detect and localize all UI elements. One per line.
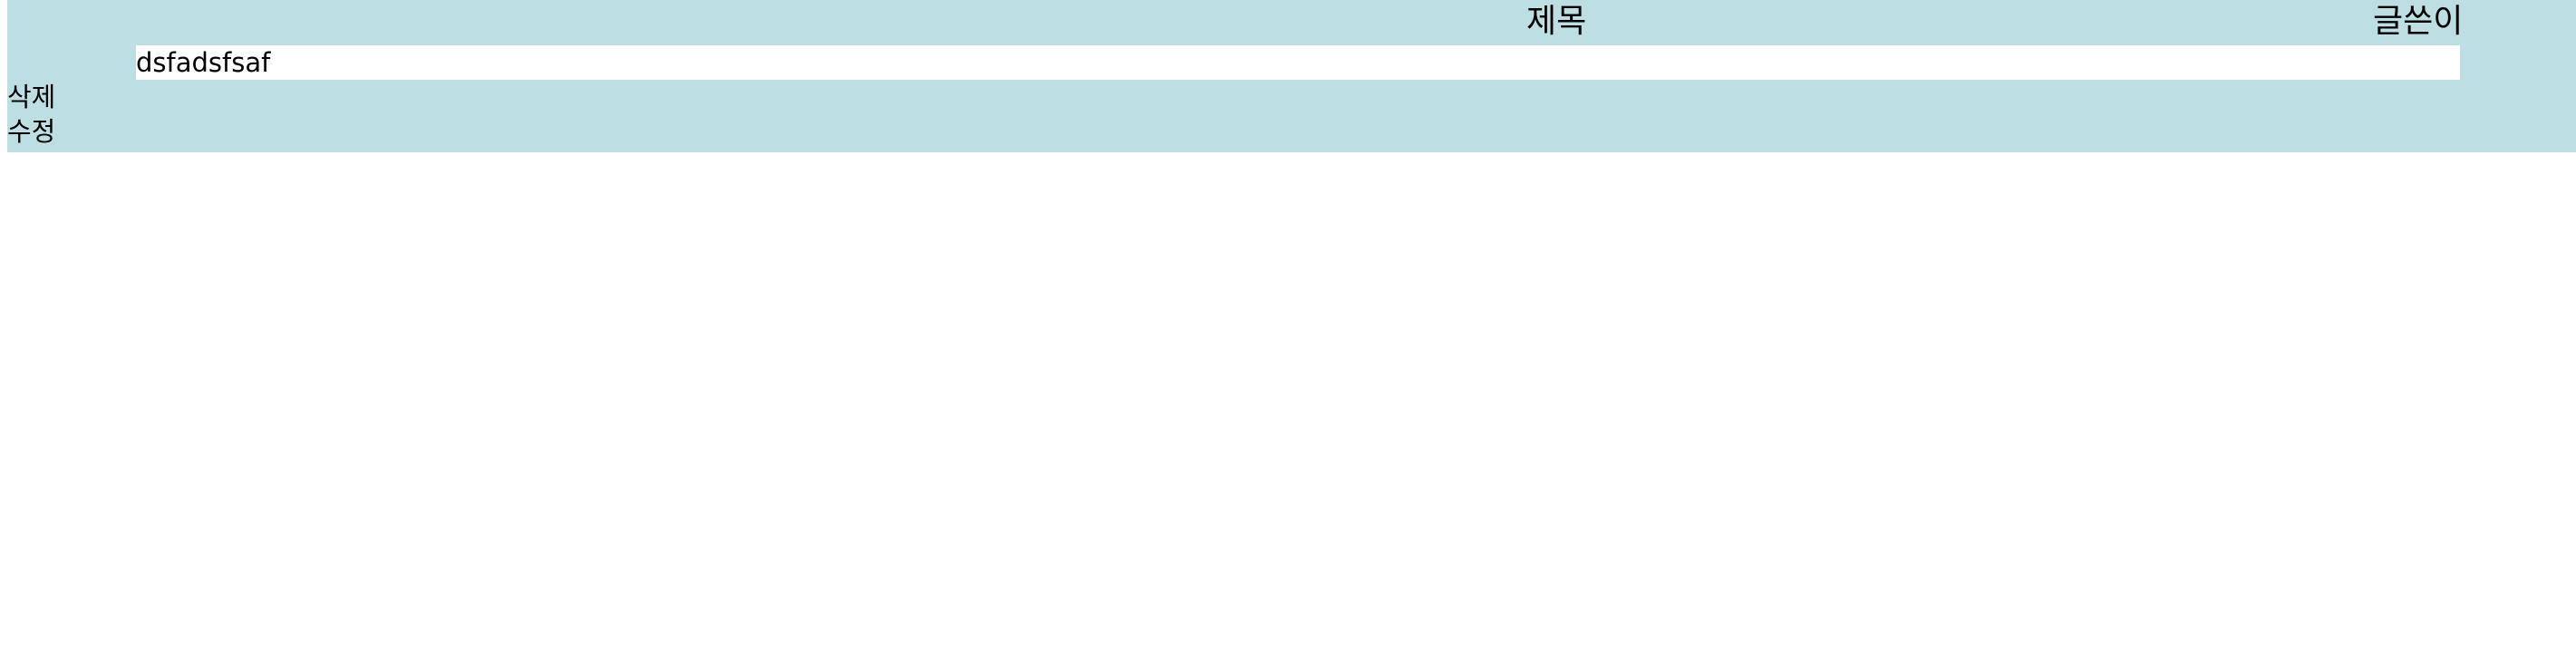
- edit-button[interactable]: 수정: [7, 114, 55, 149]
- board-header: 제목 글쓴이: [7, 0, 2576, 44]
- post-row: dsfadsfsaf: [136, 45, 2460, 80]
- delete-button[interactable]: 삭제: [7, 80, 55, 114]
- column-header-title: 제목: [1526, 3, 1587, 40]
- post-board: 제목 글쓴이 dsfadsfsaf 삭제 수정: [7, 0, 2576, 152]
- post-title: dsfadsfsaf: [136, 47, 271, 78]
- column-header-author: 글쓴이: [2373, 3, 2464, 40]
